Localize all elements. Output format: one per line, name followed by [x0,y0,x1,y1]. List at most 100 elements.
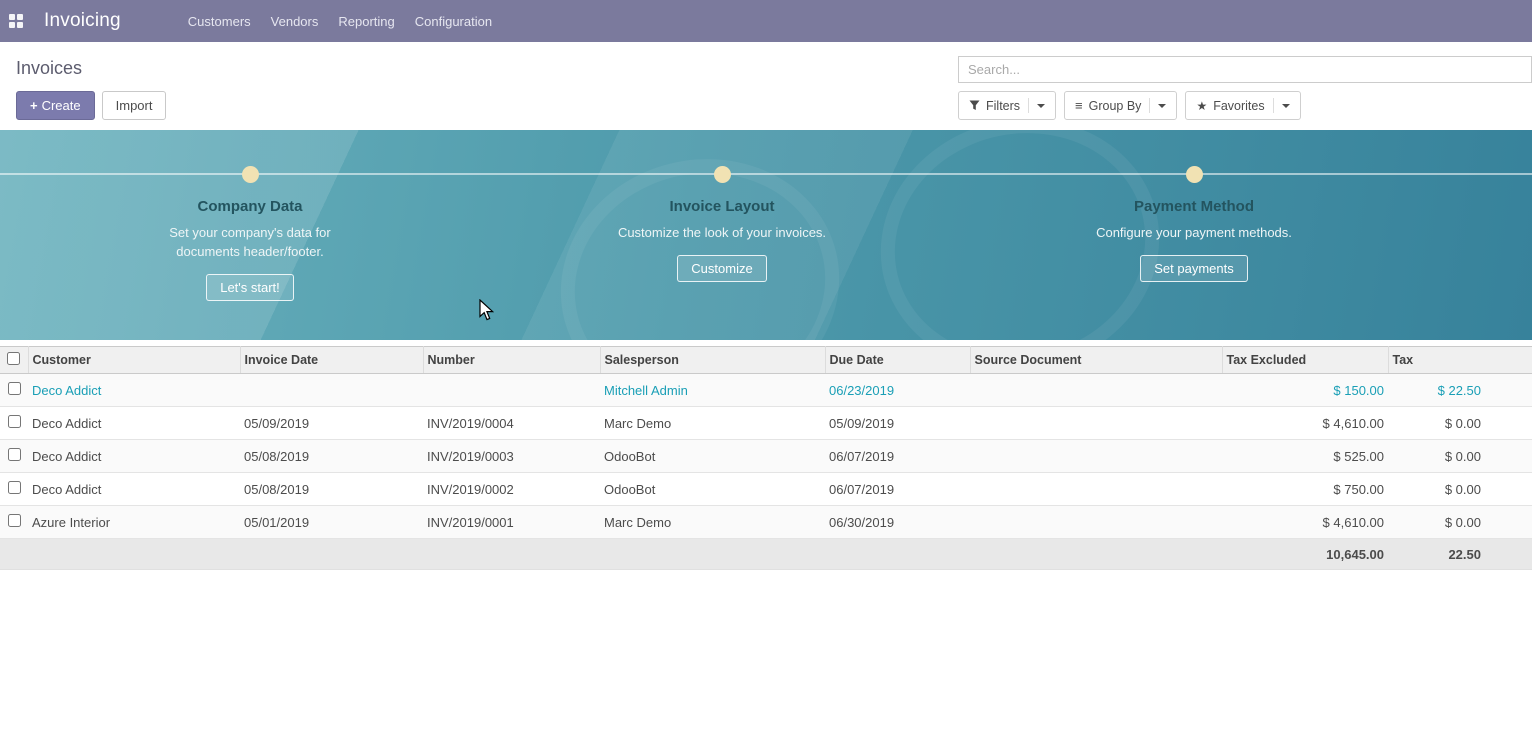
invoice-row[interactable]: Deco Addict Mitchell Admin 06/23/2019 $ … [0,374,1532,407]
tax-cell: $ 22.50 [1388,374,1532,407]
select-all-checkbox[interactable] [7,352,20,365]
step-dot-icon [242,166,259,183]
step-description: Configure your payment methods. [1096,223,1292,242]
invoice-date-cell: 05/08/2019 [240,440,423,473]
step-dot-icon [1186,166,1203,183]
checkbox-cell [0,473,28,506]
plus-icon: + [30,98,38,113]
main-menu: Customers Vendors Reporting Configuratio… [178,14,502,29]
apps-grid-square [9,14,15,20]
invoice-row[interactable]: Deco Addict 05/08/2019 INV/2019/0003 Odo… [0,440,1532,473]
customer-cell: Deco Addict [28,473,240,506]
due-date-cell: 06/23/2019 [825,374,970,407]
tax-excluded-cell: $ 750.00 [1222,473,1388,506]
filters-button[interactable]: Filters [958,91,1056,120]
button-divider [1273,98,1274,113]
group-by-button[interactable]: ≡ Group By [1064,91,1177,120]
step-title: Company Data [197,198,302,215]
tax-cell: $ 0.00 [1388,440,1532,473]
filter-funnel-icon [969,100,980,111]
source-document-cell [970,440,1222,473]
group-by-button-label: Group By [1089,99,1142,113]
checkbox-cell [0,407,28,440]
invoice-row[interactable]: Deco Addict 05/09/2019 INV/2019/0004 Mar… [0,407,1532,440]
number-cell: INV/2019/0002 [423,473,600,506]
step-title: Invoice Layout [669,198,774,215]
onboarding-step-payment-method: Payment Method Configure your payment me… [1054,130,1334,282]
invoice-row[interactable]: Deco Addict 05/08/2019 INV/2019/0002 Odo… [0,473,1532,506]
menu-configuration[interactable]: Configuration [405,14,502,29]
tax-cell: $ 0.00 [1388,506,1532,539]
onboarding-step-company-data: Company Data Set your company's data for… [110,130,390,301]
step-dot-icon [714,166,731,183]
total-tax: 22.50 [1388,539,1532,570]
row-checkbox[interactable] [8,481,21,494]
col-due-date[interactable]: Due Date [825,347,970,374]
table-header-row: Customer Invoice Date Number Salesperson… [0,347,1532,374]
invoice-date-cell [240,374,423,407]
search-input[interactable] [958,56,1532,83]
onboarding-step-invoice-layout: Invoice Layout Customize the look of you… [582,130,862,282]
due-date-cell: 06/07/2019 [825,440,970,473]
set-payments-button[interactable]: Set payments [1140,255,1248,282]
apps-grid-icon[interactable] [9,14,23,28]
tax-excluded-cell: $ 4,610.00 [1222,407,1388,440]
invoice-date-cell: 05/08/2019 [240,473,423,506]
tax-excluded-cell: $ 525.00 [1222,440,1388,473]
tax-excluded-cell: $ 150.00 [1222,374,1388,407]
apps-grid-square [17,22,23,28]
number-cell: INV/2019/0003 [423,440,600,473]
onboarding-banner: Company Data Set your company's data for… [0,130,1532,340]
customer-cell: Deco Addict [28,440,240,473]
checkbox-cell [0,440,28,473]
favorites-button-label: Favorites [1213,99,1264,113]
customize-button[interactable]: Customize [677,255,766,282]
chevron-down-icon [1158,104,1166,112]
customer-cell: Azure Interior [28,506,240,539]
favorites-button[interactable]: ★ Favorites [1185,91,1300,120]
create-button[interactable]: +Create [16,91,95,120]
salesperson-cell: Marc Demo [600,407,825,440]
source-document-cell [970,407,1222,440]
due-date-cell: 06/07/2019 [825,473,970,506]
total-tax-excluded: 10,645.00 [1222,539,1388,570]
menu-reporting[interactable]: Reporting [328,14,404,29]
source-document-cell [970,506,1222,539]
checkbox-cell [0,374,28,407]
tax-cell: $ 0.00 [1388,407,1532,440]
row-checkbox[interactable] [8,382,21,395]
col-invoice-date[interactable]: Invoice Date [240,347,423,374]
apps-grid-square [17,14,23,20]
col-tax-excluded[interactable]: Tax Excluded [1222,347,1388,374]
chevron-down-icon [1037,104,1045,112]
col-number[interactable]: Number [423,347,600,374]
source-document-cell [970,473,1222,506]
row-checkbox[interactable] [8,415,21,428]
lets-start-button[interactable]: Let's start! [206,274,294,301]
tax-cell: $ 0.00 [1388,473,1532,506]
checkbox-cell [0,506,28,539]
due-date-cell: 05/09/2019 [825,407,970,440]
star-icon: ★ [1196,99,1207,113]
menu-vendors[interactable]: Vendors [261,14,329,29]
col-customer[interactable]: Customer [28,347,240,374]
group-by-icon: ≡ [1075,99,1083,112]
import-button[interactable]: Import [102,91,167,120]
row-checkbox[interactable] [8,448,21,461]
customer-cell: Deco Addict [28,407,240,440]
number-cell [423,374,600,407]
invoice-row[interactable]: Azure Interior 05/01/2019 INV/2019/0001 … [0,506,1532,539]
due-date-cell: 06/30/2019 [825,506,970,539]
col-source-document[interactable]: Source Document [970,347,1222,374]
row-checkbox[interactable] [8,514,21,527]
col-salesperson[interactable]: Salesperson [600,347,825,374]
salesperson-cell: OdooBot [600,473,825,506]
app-title[interactable]: Invoicing [44,10,121,32]
invoices-table: Customer Invoice Date Number Salesperson… [0,346,1532,570]
totals-row: 10,645.00 22.50 [0,539,1532,570]
top-navbar: Invoicing Customers Vendors Reporting Co… [0,0,1532,42]
source-document-cell [970,374,1222,407]
menu-customers[interactable]: Customers [178,14,261,29]
col-tax[interactable]: Tax [1388,347,1532,374]
salesperson-cell: Marc Demo [600,506,825,539]
